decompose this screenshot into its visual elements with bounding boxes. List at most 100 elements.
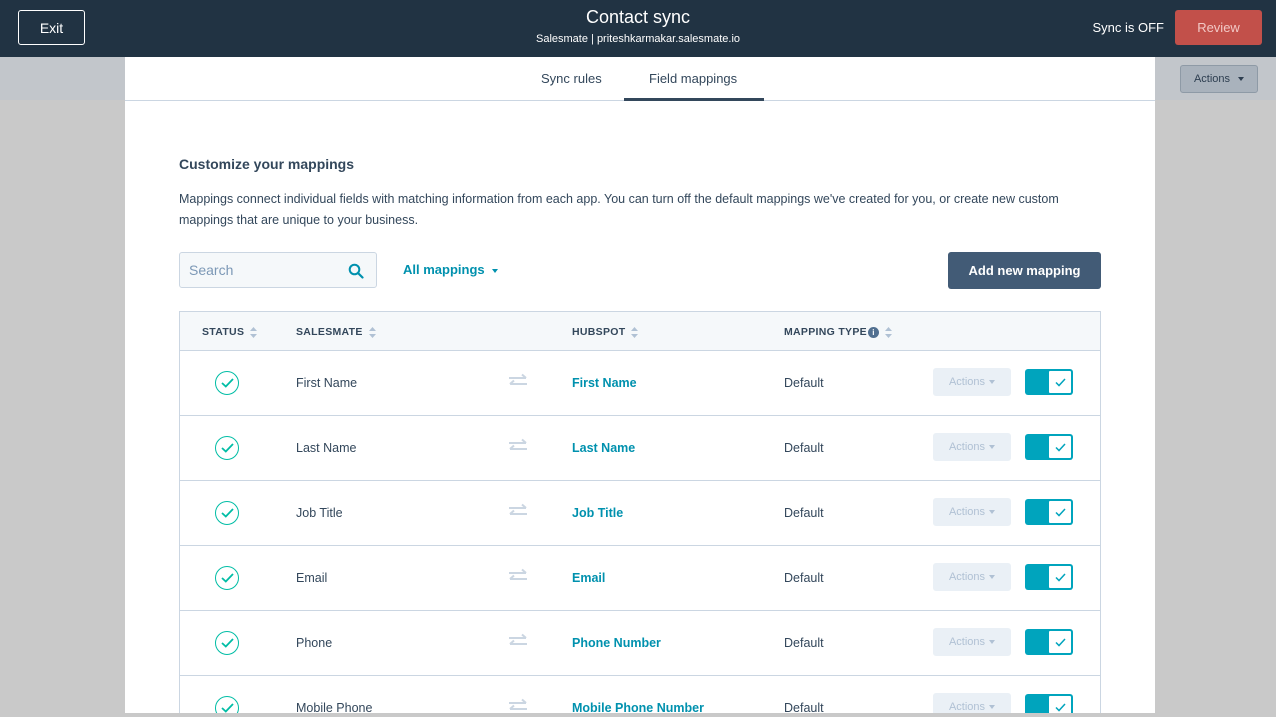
salesmate-field: Job Title <box>296 506 343 520</box>
chevron-down-icon <box>989 445 996 449</box>
column-header-status[interactable]: STATUS <box>202 326 258 338</box>
row-actions-button[interactable]: Actions <box>933 693 1011 714</box>
row-actions-button[interactable]: Actions <box>933 433 1011 461</box>
sort-icon <box>884 326 892 338</box>
row-actions-button[interactable]: Actions <box>933 498 1011 526</box>
add-new-mapping-button[interactable]: Add new mapping <box>948 252 1101 289</box>
check-circle-icon <box>215 436 239 460</box>
check-circle-icon <box>215 696 239 714</box>
column-header-mapping-type[interactable]: MAPPING TYPE i <box>784 326 892 338</box>
row-actions-button[interactable]: Actions <box>933 368 1011 396</box>
mapping-toggle[interactable] <box>1025 499 1073 525</box>
review-button[interactable]: Review <box>1175 10 1262 45</box>
sort-icon <box>250 326 258 338</box>
actions-label: Actions <box>948 571 986 583</box>
mappings-panel: Sync rules Field mappings Customize your… <box>125 57 1155 714</box>
salesmate-field: Phone <box>296 636 333 650</box>
info-icon[interactable]: i <box>867 326 879 338</box>
chevron-down-icon <box>989 705 996 709</box>
chevron-down-icon <box>989 510 996 514</box>
column-label: HUBSPOT <box>572 326 626 338</box>
salesmate-field: Last Name <box>296 441 357 455</box>
actions-label: Actions <box>948 636 986 648</box>
table-row: Last Name Last Name Default Actions <box>180 416 1100 481</box>
column-header-salesmate[interactable]: SALESMATE <box>296 326 376 338</box>
tab-bar: Sync rules Field mappings <box>125 57 1155 101</box>
sync-status: Sync is OFF <box>1092 20 1164 35</box>
hubspot-field[interactable]: Phone Number <box>572 636 661 650</box>
salesmate-field: First Name <box>296 376 358 390</box>
row-actions-button[interactable]: Actions <box>933 563 1011 591</box>
mapping-type: Default <box>784 506 824 520</box>
actions-label: Actions <box>948 376 986 388</box>
column-label: STATUS <box>202 326 245 338</box>
table-row: Email Email Default Actions <box>180 546 1100 611</box>
table-header: STATUS SALESMATE HUBSPOT MAPPING TYPE i <box>180 312 1100 351</box>
chevron-down-icon <box>989 640 996 644</box>
chevron-down-icon <box>989 380 996 384</box>
table-row: Job Title Job Title Default Actions <box>180 481 1100 546</box>
search-icon[interactable] <box>348 263 364 279</box>
check-icon <box>1048 695 1072 714</box>
mapping-toggle[interactable] <box>1025 434 1073 460</box>
row-actions-button[interactable]: Actions <box>933 628 1011 656</box>
chevron-down-icon <box>492 268 499 273</box>
mapping-toggle[interactable] <box>1025 694 1073 714</box>
check-icon <box>1048 435 1072 459</box>
page-subtitle: Salesmate | priteshkarmakar.salesmate.io <box>536 33 740 45</box>
table-row: Phone Phone Number Default Actions <box>180 611 1100 676</box>
mapping-type: Default <box>784 441 824 455</box>
bidirectional-arrows-icon <box>509 503 527 515</box>
salesmate-field: Email <box>296 571 328 585</box>
hubspot-field[interactable]: Last Name <box>572 441 635 455</box>
hubspot-field[interactable]: Email <box>572 571 605 585</box>
chevron-down-icon <box>1238 77 1245 81</box>
mapping-toggle[interactable] <box>1025 564 1073 590</box>
section-title: Customize your mappings <box>179 156 355 172</box>
check-circle-icon <box>215 566 239 590</box>
check-icon <box>1048 630 1072 654</box>
search-box[interactable] <box>179 252 377 288</box>
column-label: SALESMATE <box>296 326 363 338</box>
bidirectional-arrows-icon <box>509 698 527 710</box>
check-icon <box>1048 565 1072 589</box>
check-icon <box>1048 370 1072 394</box>
check-circle-icon <box>215 371 239 395</box>
section-description: Mappings connect individual fields with … <box>179 192 1059 227</box>
mapping-type: Default <box>784 636 824 650</box>
sort-icon <box>631 326 639 338</box>
mapping-toggle[interactable] <box>1025 629 1073 655</box>
bidirectional-arrows-icon <box>509 373 527 385</box>
bidirectional-arrows-icon <box>509 438 527 450</box>
column-label: MAPPING TYPE <box>784 326 867 338</box>
mapping-type: Default <box>784 376 824 390</box>
top-bar: Exit Contact sync Salesmate | priteshkar… <box>0 0 1276 57</box>
check-icon <box>1048 500 1072 524</box>
mapping-toggle[interactable] <box>1025 369 1073 395</box>
actions-label: Actions <box>948 701 986 713</box>
page-title: Contact sync <box>585 7 691 27</box>
bidirectional-arrows-icon <box>509 568 527 580</box>
background-actions-label: Actions <box>1193 73 1231 85</box>
column-header-hubspot[interactable]: HUBSPOT <box>572 326 639 338</box>
tab-sync-rules[interactable]: Sync rules <box>541 71 602 86</box>
search-input[interactable] <box>189 262 339 278</box>
mappings-table: STATUS SALESMATE HUBSPOT MAPPING TYPE i <box>179 311 1101 714</box>
sort-icon <box>368 326 376 338</box>
active-tab-indicator <box>624 98 764 101</box>
chevron-down-icon <box>989 575 996 579</box>
table-row: First Name First Name Default Actions <box>180 351 1100 416</box>
background-actions-button[interactable]: Actions <box>1180 65 1258 93</box>
window-bottom-edge <box>0 713 1276 717</box>
actions-label: Actions <box>948 506 986 518</box>
mapping-filter-dropdown[interactable]: All mappings <box>403 262 499 277</box>
hubspot-field[interactable]: First Name <box>572 376 637 390</box>
actions-label: Actions <box>948 441 986 453</box>
tab-field-mappings[interactable]: Field mappings <box>649 71 737 86</box>
hubspot-field[interactable]: Job Title <box>572 506 623 520</box>
bidirectional-arrows-icon <box>509 633 527 645</box>
check-circle-icon <box>215 501 239 525</box>
mapping-type: Default <box>784 571 824 585</box>
check-circle-icon <box>215 631 239 655</box>
table-row: Mobile Phone Mobile Phone Number Default… <box>180 676 1100 714</box>
